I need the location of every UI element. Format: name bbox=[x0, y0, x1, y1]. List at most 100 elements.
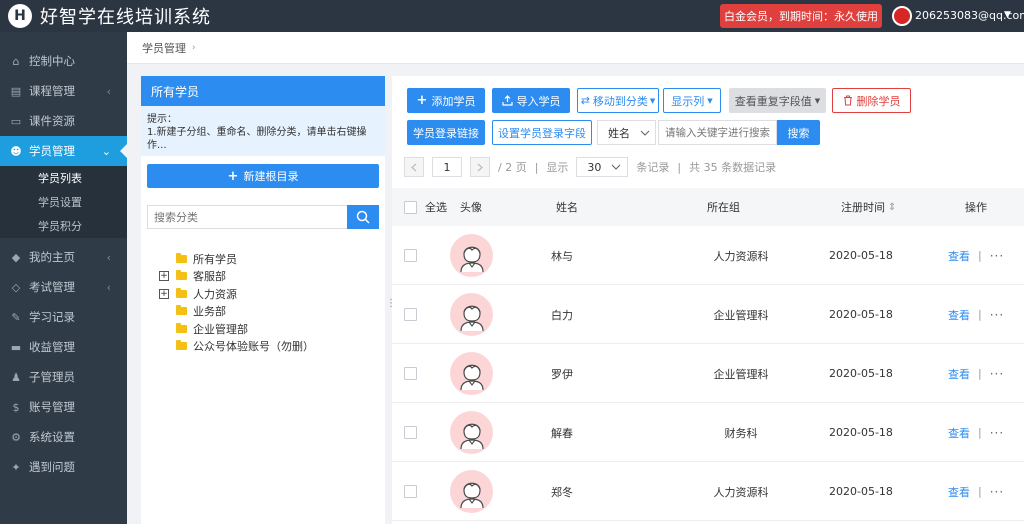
view-student-link[interactable]: 查看 bbox=[948, 307, 970, 323]
sidebar-item-2[interactable]: ▤ 课程管理 ‹ bbox=[0, 76, 127, 106]
student-avatar-icon bbox=[450, 352, 493, 395]
student-login-link-button[interactable]: 学员登录链接 bbox=[407, 120, 485, 145]
view-student-link[interactable]: 查看 bbox=[948, 248, 970, 264]
chevron-left-icon: ‹ bbox=[106, 280, 111, 294]
sidebar-item-12[interactable]: ✦ 遇到问题 bbox=[0, 452, 127, 482]
tree-node-label: 企业管理部 bbox=[193, 322, 248, 336]
view-duplicates-label: 查看重复字段值 bbox=[734, 94, 812, 108]
add-student-button[interactable]: + 添加学员 bbox=[407, 88, 485, 113]
register-date: 2020-05-18 bbox=[829, 485, 893, 498]
expand-icon[interactable]: + bbox=[159, 288, 169, 299]
expand-icon[interactable]: + bbox=[159, 271, 169, 282]
view-student-link[interactable]: 查看 bbox=[948, 425, 970, 441]
row-checkbox[interactable] bbox=[404, 367, 417, 380]
view-student-link[interactable]: 查看 bbox=[948, 484, 970, 500]
new-root-button[interactable]: + 新建根目录 bbox=[147, 164, 379, 188]
register-date: 2020-05-18 bbox=[829, 249, 893, 262]
delete-student-button[interactable]: 删除学员 bbox=[832, 88, 911, 113]
book-icon: ▤ bbox=[10, 84, 22, 98]
swap-icon: ⇄ bbox=[580, 94, 590, 107]
more-actions-icon[interactable]: ··· bbox=[990, 249, 1004, 263]
total-records-text: 共 35 条数据记录 bbox=[689, 161, 777, 174]
move-to-category-dropdown[interactable]: ⇄ 移动到分类 ▼ bbox=[577, 88, 659, 113]
page-size-select[interactable]: 30 bbox=[576, 157, 629, 177]
tree-node[interactable]: + 人力资源 bbox=[159, 285, 314, 303]
more-actions-icon[interactable]: ··· bbox=[990, 426, 1004, 440]
tree-node[interactable]: 企业管理部 bbox=[159, 320, 314, 338]
more-actions-icon[interactable]: ··· bbox=[990, 308, 1004, 322]
category-search-input[interactable] bbox=[147, 205, 347, 229]
tree-node[interactable]: 所有学员 bbox=[159, 250, 314, 268]
row-checkbox[interactable] bbox=[404, 308, 417, 321]
category-search-button[interactable] bbox=[347, 205, 379, 229]
top-bar: H 好智学在线培训系统 白金会员，到期时间：永久使用 206253083@qq.… bbox=[0, 0, 1024, 32]
more-actions-icon[interactable]: ··· bbox=[990, 485, 1004, 499]
logo[interactable]: H 好智学在线培训系统 bbox=[8, 3, 211, 29]
sidebar-item-7[interactable]: ✎ 学习记录 bbox=[0, 302, 127, 332]
search-field-select[interactable]: 姓名 bbox=[597, 120, 656, 145]
prev-page-button[interactable] bbox=[404, 157, 424, 177]
sidebar-item-11[interactable]: ⚙ 系统设置 bbox=[0, 422, 127, 452]
sort-icon[interactable]: ⇕ bbox=[888, 202, 896, 213]
category-search bbox=[147, 205, 379, 229]
show-columns-dropdown[interactable]: 显示列 ▼ bbox=[663, 88, 721, 113]
action-separator: | bbox=[978, 249, 982, 262]
sidebar-item-label: 收益管理 bbox=[29, 340, 75, 354]
caret-down-icon[interactable]: ▼ bbox=[1004, 10, 1011, 20]
folder-icon: ▭ bbox=[10, 114, 22, 128]
student-name: 解春 bbox=[551, 426, 573, 440]
sidebar-item-8[interactable]: ▬ 收益管理 bbox=[0, 332, 127, 362]
keyword-search-input[interactable] bbox=[658, 120, 777, 145]
plus-icon: + bbox=[227, 168, 239, 184]
sidebar-item-6[interactable]: ◇ 考试管理 ‹ bbox=[0, 272, 127, 302]
column-header-register-time[interactable]: 注册时间 ⇕ bbox=[841, 188, 896, 226]
import-student-label: 导入学员 bbox=[516, 94, 561, 108]
page-number-input[interactable] bbox=[432, 157, 462, 177]
student-group: 企业管理科 bbox=[713, 308, 769, 322]
sidebar-item-5[interactable]: ◆ 我的主页 ‹ bbox=[0, 242, 127, 272]
sidebar-item-label: 学习记录 bbox=[29, 310, 75, 324]
folder-icon bbox=[176, 305, 187, 316]
new-root-label: 新建根目录 bbox=[243, 170, 299, 183]
page-size-value: 30 bbox=[587, 160, 602, 174]
vip-badge[interactable]: 白金会员，到期时间：永久使用 bbox=[720, 4, 882, 28]
more-actions-icon[interactable]: ··· bbox=[990, 367, 1004, 381]
view-duplicates-dropdown[interactable]: 查看重复字段值 ▼ bbox=[729, 88, 826, 113]
register-date: 2020-05-18 bbox=[829, 367, 893, 380]
row-checkbox[interactable] bbox=[404, 426, 417, 439]
student-group: 人力资源科 bbox=[713, 485, 769, 499]
sidebar-subitem-student-list[interactable]: 学员列表 bbox=[0, 166, 127, 190]
sidebar-item-1[interactable]: ⌂ 控制中心 bbox=[0, 46, 127, 76]
row-checkbox[interactable] bbox=[404, 485, 417, 498]
sidebar-item-3[interactable]: ▭ 课件资源 bbox=[0, 106, 127, 136]
tree-node-label: 所有学员 bbox=[193, 252, 237, 266]
select-all-checkbox[interactable] bbox=[404, 200, 417, 214]
records-unit-label: 条记录 bbox=[636, 161, 670, 174]
student-avatar-icon bbox=[450, 234, 493, 277]
pager-separator: | bbox=[534, 160, 539, 174]
search-field-value: 姓名 bbox=[608, 126, 630, 140]
tree-node[interactable]: 业务部 bbox=[159, 303, 314, 321]
student-group: 财务科 bbox=[724, 426, 758, 440]
next-page-button[interactable] bbox=[470, 157, 490, 177]
login-field-settings-button[interactable]: 设置学员登录字段 bbox=[492, 120, 592, 145]
sidebar-subitem-student-points[interactable]: 学员积分 bbox=[0, 214, 127, 238]
sidebar-item-9[interactable]: ♟ 子管理员 bbox=[0, 362, 127, 392]
import-student-button[interactable]: 导入学员 bbox=[492, 88, 570, 113]
category-tree-panel: 所有学员 提示： 1.新建子分组、重命名、删除分类，请单击右键操作... + 新… bbox=[141, 76, 385, 524]
row-checkbox[interactable] bbox=[404, 249, 417, 262]
tree-node[interactable]: + 客服部 bbox=[159, 268, 314, 286]
table-row: 罗伊 企业管理科 2020-05-18 查看 | ··· bbox=[392, 344, 1024, 403]
sidebar-subitem-student-settings[interactable]: 学员设置 bbox=[0, 190, 127, 214]
tree-node[interactable]: 公众号体验账号（勿删） bbox=[159, 338, 314, 356]
action-separator: | bbox=[978, 308, 982, 321]
student-group: 人力资源科 bbox=[713, 249, 769, 263]
move-to-category-label: 移动到分类 bbox=[592, 94, 648, 108]
keyword-search-button[interactable]: 搜索 bbox=[777, 120, 820, 145]
sidebar-item-10[interactable]: $ 账号管理 bbox=[0, 392, 127, 422]
sidebar-item-4[interactable]: ☻ 学员管理 ⌄ bbox=[0, 136, 127, 166]
view-student-link[interactable]: 查看 bbox=[948, 366, 970, 382]
user-avatar[interactable] bbox=[892, 6, 912, 26]
sidebar-item-label: 账号管理 bbox=[29, 400, 75, 414]
column-header-actions: 操作 bbox=[965, 201, 987, 214]
